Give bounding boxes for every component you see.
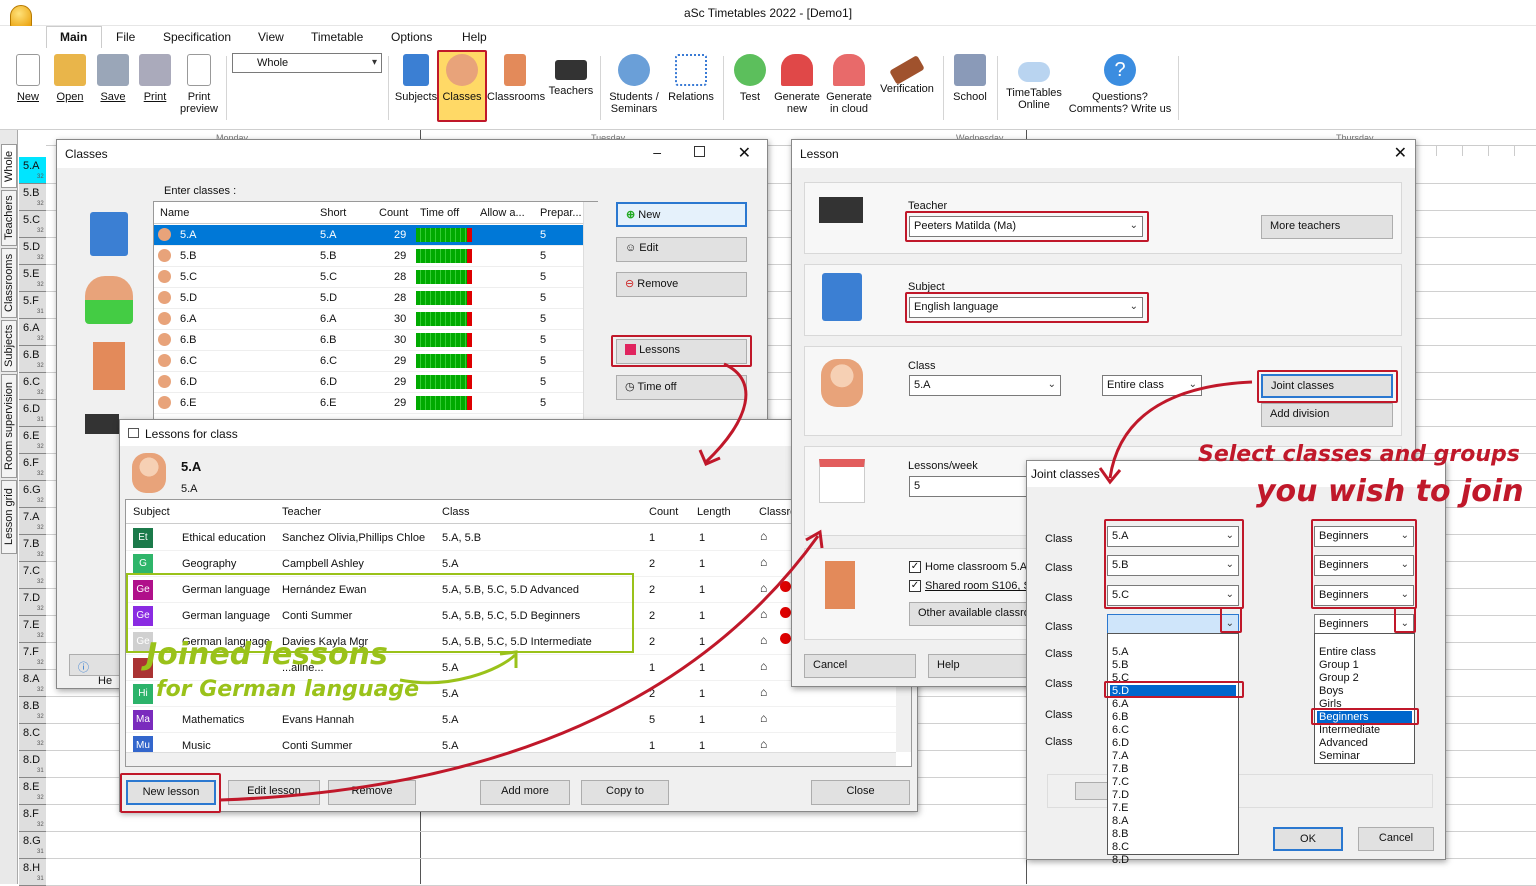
annotation-joined-lessons: Joined lessons <box>146 637 388 672</box>
annotation-for-german: for German language <box>156 677 420 702</box>
annotation-wish-to-join: you wish to join <box>1256 474 1524 509</box>
annotation-select-classes: Select classes and groups <box>1198 442 1520 467</box>
arrow-lessons-to-window <box>704 362 748 464</box>
